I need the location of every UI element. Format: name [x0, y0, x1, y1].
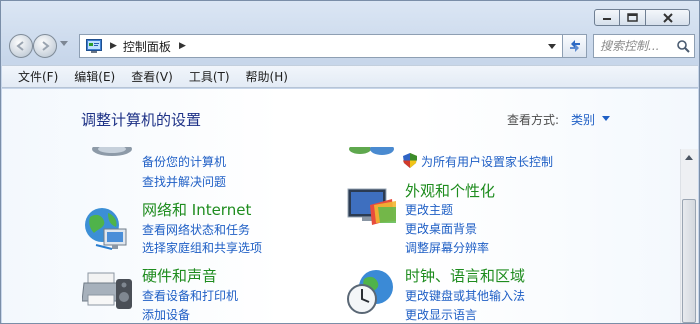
control-panel-icon [86, 39, 102, 53]
back-arrow-icon [16, 41, 24, 51]
menu-help[interactable]: 帮助(H) [246, 68, 288, 85]
view-by-label: 查看方式: [507, 113, 560, 127]
breadcrumb-separator-icon[interactable]: ▶ [110, 41, 117, 51]
search-box[interactable] [593, 34, 695, 58]
close-icon [662, 12, 673, 23]
search-input[interactable] [600, 39, 672, 53]
view-by-chevron-down-icon[interactable] [602, 116, 610, 121]
menu-bar: 文件(F) 编辑(E) 查看(V) 工具(T) 帮助(H) [2, 65, 698, 88]
page-title: 调整计算机的设置 [81, 111, 202, 129]
link-backup-computer[interactable]: 备份您的计算机 [142, 153, 226, 170]
link-homegroup-sharing[interactable]: 选择家庭组和共享选项 [142, 239, 262, 256]
scroll-up-button[interactable] [681, 149, 697, 166]
system-security-icon[interactable] [90, 147, 134, 161]
category-network-internet[interactable]: 网络和 Internet [142, 199, 251, 220]
back-button[interactable] [9, 34, 33, 58]
category-appearance-personalization[interactable]: 外观和个性化 [405, 180, 495, 201]
refresh-icon [569, 40, 580, 52]
menu-edit[interactable]: 编辑(E) [74, 68, 115, 85]
category-clock-language-region[interactable]: 时钟、语言和区域 [405, 265, 525, 286]
breadcrumb-separator-icon[interactable]: ▶ [179, 41, 186, 51]
category-hardware-sound[interactable]: 硬件和声音 [142, 265, 217, 286]
address-bar[interactable]: ▶ 控制面板 ▶ [79, 34, 563, 58]
link-adjust-resolution[interactable]: 调整屏幕分辨率 [405, 239, 489, 256]
menu-view[interactable]: 查看(V) [131, 68, 173, 85]
close-button[interactable] [646, 9, 690, 26]
caption-buttons [594, 9, 690, 26]
navigation-bar: ▶ 控制面板 ▶ [7, 32, 695, 60]
link-troubleshoot[interactable]: 查找并解决问题 [142, 173, 226, 190]
view-by-dropdown[interactable]: 类别 [571, 111, 595, 128]
scrollbar-thumb[interactable] [682, 199, 696, 323]
address-dropdown-icon[interactable] [548, 44, 556, 49]
recent-pages-dropdown[interactable] [60, 41, 68, 46]
forward-button[interactable] [33, 34, 57, 58]
content-area: 调整计算机的设置 查看方式: 类别 备份您的计算机 查找并解决问题 为所有用户设… [2, 89, 698, 323]
link-network-status[interactable]: 查看网络状态和任务 [142, 221, 250, 238]
globe-network-icon[interactable] [82, 205, 134, 251]
maximize-icon [627, 13, 638, 22]
printer-hardware-icon[interactable] [82, 267, 134, 315]
minimize-button[interactable] [594, 9, 620, 26]
scroll-up-icon [685, 155, 693, 160]
appearance-personalization-icon[interactable] [346, 185, 398, 233]
link-change-keyboard[interactable]: 更改键盘或其他输入法 [405, 287, 525, 304]
forward-arrow-icon [42, 41, 50, 51]
link-change-display-language[interactable]: 更改显示语言 [405, 306, 477, 323]
link-change-desktop-background[interactable]: 更改桌面背景 [405, 220, 477, 237]
user-accounts-icon[interactable] [348, 147, 396, 161]
refresh-button[interactable] [563, 34, 587, 58]
link-parental-controls[interactable]: 为所有用户设置家长控制 [421, 153, 553, 170]
menu-tools[interactable]: 工具(T) [189, 68, 230, 85]
link-change-theme[interactable]: 更改主题 [405, 201, 453, 218]
clock-globe-icon[interactable] [346, 267, 398, 317]
vertical-scrollbar[interactable] [680, 149, 698, 323]
menu-file[interactable]: 文件(F) [18, 68, 58, 85]
breadcrumb-control-panel[interactable]: 控制面板 [123, 38, 171, 55]
control-panel-window: ▶ 控制面板 ▶ 文件(F) 编辑(E) 查看(V) 工具(T) 帮助(H) 调… [0, 0, 700, 324]
link-devices-printers[interactable]: 查看设备和打印机 [142, 287, 238, 304]
shield-icon [403, 153, 417, 168]
maximize-button[interactable] [620, 9, 646, 26]
link-add-device[interactable]: 添加设备 [142, 306, 190, 323]
search-icon[interactable] [676, 39, 690, 53]
minimize-icon [603, 17, 611, 20]
